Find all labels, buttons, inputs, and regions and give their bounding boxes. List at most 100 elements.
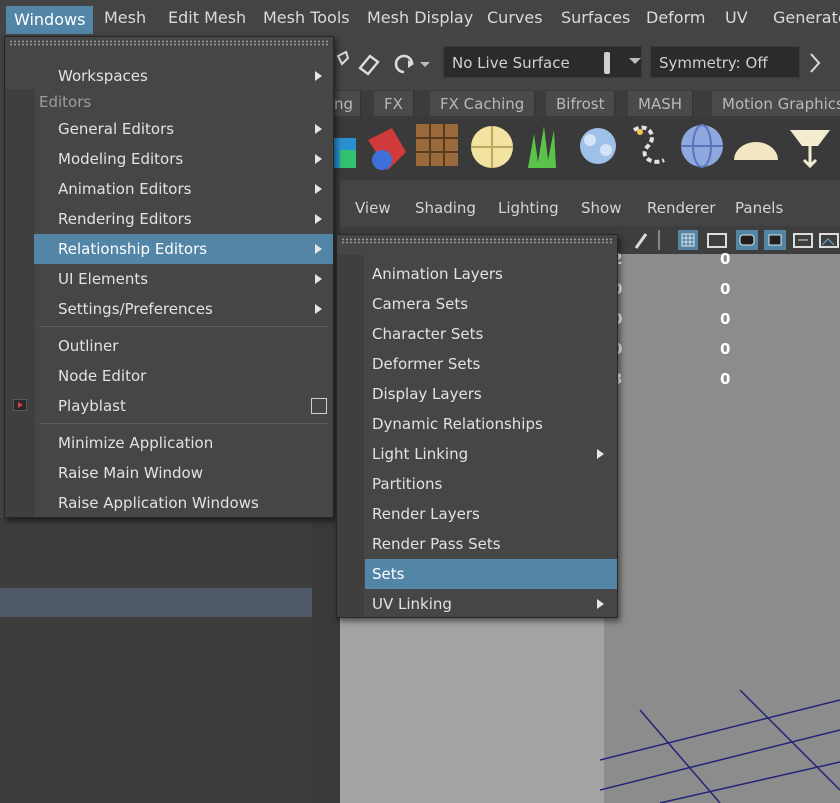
menu-item-label: Render Layers bbox=[372, 505, 480, 523]
menu-item-label: Rendering Editors bbox=[58, 210, 192, 228]
menu-item-camera-sets[interactable]: Camera Sets bbox=[337, 289, 617, 319]
curve-path-icon bbox=[633, 125, 665, 164]
menu-item-partitions[interactable]: Partitions bbox=[337, 469, 617, 499]
menu-item-label: Dynamic Relationships bbox=[372, 415, 543, 433]
menu-item-label: Workspaces bbox=[58, 67, 148, 85]
area-light-icon bbox=[790, 130, 830, 169]
menu-item-label: Raise Main Window bbox=[58, 464, 203, 482]
shelf-tab-bifrost[interactable]: Bifrost bbox=[546, 91, 616, 117]
live-surface-field[interactable]: No Live Surface bbox=[443, 46, 642, 78]
menu-item-raise-application-windows[interactable]: Raise Application Windows bbox=[5, 488, 333, 518]
menu-item-light-linking[interactable]: Light Linking bbox=[337, 439, 617, 469]
option-box-icon[interactable] bbox=[311, 398, 327, 414]
menu-item-playblast[interactable]: Playblast bbox=[5, 391, 333, 421]
magnet-icon bbox=[358, 54, 380, 76]
menu-item-label: Playblast bbox=[58, 397, 126, 415]
viewport-menu-view[interactable]: View bbox=[355, 199, 391, 217]
chevron-right-icon[interactable] bbox=[808, 52, 822, 74]
menu-item-deformer-sets[interactable]: Deformer Sets bbox=[337, 349, 617, 379]
menu-item-relationship-editors[interactable]: Relationship Editors bbox=[34, 234, 333, 264]
live-slider-icon bbox=[604, 52, 610, 74]
shelf-tab-fx-caching[interactable]: FX Caching bbox=[430, 91, 536, 117]
menu-mesh-display[interactable]: Mesh Display bbox=[367, 8, 473, 27]
menu-item-label: Node Editor bbox=[58, 367, 147, 385]
playblast-icon bbox=[13, 399, 27, 411]
shelf-tab-rigging[interactable]: ng bbox=[330, 91, 361, 117]
sphere-emitter-icon bbox=[471, 126, 513, 168]
menu-item-label: Outliner bbox=[58, 337, 119, 355]
gate-mask-icon bbox=[764, 230, 786, 250]
submenu-arrow-icon bbox=[315, 304, 322, 314]
menu-item-rendering-editors[interactable]: Rendering Editors bbox=[5, 204, 333, 234]
safe-action-icon bbox=[819, 233, 839, 248]
submenu-arrow-icon bbox=[315, 184, 322, 194]
viewport-menu-lighting[interactable]: Lighting bbox=[498, 199, 559, 217]
menu-section-editors: Editors bbox=[39, 93, 92, 111]
menu-item-sets[interactable]: Sets bbox=[365, 559, 617, 589]
menu-item-general-editors[interactable]: General Editors bbox=[5, 114, 333, 144]
menu-tearoff-handle[interactable] bbox=[9, 40, 329, 46]
menu-item-label: Settings/Preferences bbox=[58, 300, 213, 318]
menu-item-uv-linking[interactable]: UV Linking bbox=[337, 589, 617, 619]
menu-item-outliner[interactable]: Outliner bbox=[5, 331, 333, 361]
ground-grid bbox=[600, 690, 840, 803]
menu-item-render-pass-sets[interactable]: Render Pass Sets bbox=[337, 529, 617, 559]
snap-tools-icons[interactable] bbox=[334, 48, 434, 78]
hud-value: 0 bbox=[720, 280, 731, 298]
film-gate-icon bbox=[707, 233, 727, 248]
outliner-selected-row[interactable] bbox=[0, 588, 312, 617]
viewport-menu-shading[interactable]: Shading bbox=[415, 199, 476, 217]
menu-surfaces[interactable]: Surfaces bbox=[561, 8, 630, 27]
menu-mesh[interactable]: Mesh bbox=[104, 8, 146, 27]
hud-value: 0 bbox=[720, 250, 731, 268]
menu-tearoff-handle[interactable] bbox=[341, 238, 613, 244]
menu-curves[interactable]: Curves bbox=[487, 8, 543, 27]
menu-windows[interactable]: Windows bbox=[6, 6, 94, 34]
menu-item-label: Animation Editors bbox=[58, 180, 192, 198]
viewport-menu-renderer[interactable]: Renderer bbox=[647, 199, 715, 217]
menu-item-settings-preferences[interactable]: Settings/Preferences bbox=[5, 294, 333, 324]
menu-item-label: General Editors bbox=[58, 120, 175, 138]
menu-item-display-layers[interactable]: Display Layers bbox=[337, 379, 617, 409]
viewport-menu-panels[interactable]: Panels bbox=[735, 199, 783, 217]
paint-brush-icon bbox=[634, 233, 648, 249]
shelf-icons[interactable] bbox=[334, 120, 840, 176]
chevron-down-icon[interactable] bbox=[628, 56, 642, 68]
menu-item-animation-layers[interactable]: Animation Layers bbox=[337, 259, 617, 289]
menu-separator bbox=[39, 423, 329, 424]
menu-item-node-editor[interactable]: Node Editor bbox=[5, 361, 333, 391]
menu-item-workspaces[interactable]: Workspaces bbox=[5, 61, 333, 91]
menu-item-modeling-editors[interactable]: Modeling Editors bbox=[5, 144, 333, 174]
menu-mesh-tools[interactable]: Mesh Tools bbox=[263, 8, 350, 27]
viewport-toolbar-icons[interactable] bbox=[612, 228, 840, 252]
shelf-tab-fx[interactable]: FX bbox=[374, 91, 414, 117]
menu-edit-mesh[interactable]: Edit Mesh bbox=[168, 8, 246, 27]
menu-item-render-layers[interactable]: Render Layers bbox=[337, 499, 617, 529]
menu-generate[interactable]: Generate bbox=[773, 8, 840, 27]
menu-item-animation-editors[interactable]: Animation Editors bbox=[5, 174, 333, 204]
submenu-arrow-icon bbox=[315, 124, 322, 134]
menu-item-character-sets[interactable]: Character Sets bbox=[337, 319, 617, 349]
menu-separator bbox=[39, 326, 329, 327]
grid-toggle-icon bbox=[678, 230, 698, 250]
shelf-tab-mash[interactable]: MASH bbox=[628, 91, 694, 117]
bifrost-liquid-icon bbox=[334, 138, 356, 168]
viewport-menu-show[interactable]: Show bbox=[581, 199, 621, 217]
hud-value: 0 bbox=[720, 370, 731, 388]
shelf-tab-motion-graphics[interactable]: Motion Graphics bbox=[712, 91, 840, 117]
field-chart-icon bbox=[793, 233, 813, 248]
menu-item-raise-main-window[interactable]: Raise Main Window bbox=[5, 458, 333, 488]
symmetry-dropdown[interactable]: Symmetry: Off bbox=[650, 46, 800, 78]
menu-item-ui-elements[interactable]: UI Elements bbox=[5, 264, 333, 294]
menu-uv[interactable]: UV bbox=[725, 8, 748, 27]
menu-item-label: Raise Application Windows bbox=[58, 494, 259, 512]
menu-item-label: Character Sets bbox=[372, 325, 484, 343]
menu-item-minimize-application[interactable]: Minimize Application bbox=[5, 428, 333, 458]
menu-item-dynamic-relationships[interactable]: Dynamic Relationships bbox=[337, 409, 617, 439]
submenu-arrow-icon bbox=[315, 154, 322, 164]
menu-item-label: Light Linking bbox=[372, 445, 469, 463]
menu-item-label: Animation Layers bbox=[372, 265, 503, 283]
menu-deform[interactable]: Deform bbox=[646, 8, 705, 27]
outliner-panel bbox=[0, 518, 312, 803]
menu-item-label: Camera Sets bbox=[372, 295, 469, 313]
